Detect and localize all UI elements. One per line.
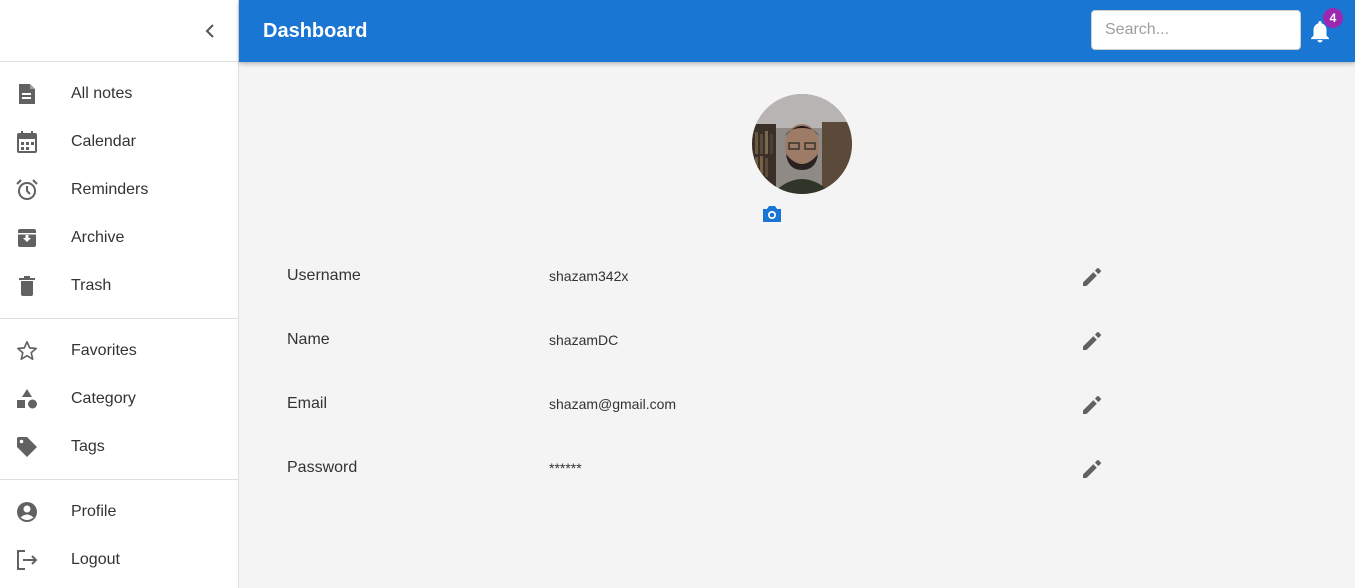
collapse-sidebar-button[interactable] xyxy=(200,19,220,43)
sidebar-item-favorites[interactable]: Favorites xyxy=(0,327,238,375)
sidebar-item-reminders[interactable]: Reminders xyxy=(0,166,238,214)
calendar-icon xyxy=(15,130,39,154)
field-label: Name xyxy=(287,331,330,348)
password-value: ****** xyxy=(549,460,582,476)
account-circle-icon xyxy=(15,500,39,524)
sidebar-item-archive[interactable]: Archive xyxy=(0,214,238,262)
nav-group-account: Profile Logout xyxy=(0,480,238,588)
notification-badge: 4 xyxy=(1323,8,1343,28)
nav-group-organize: Favorites Category Tags xyxy=(0,319,238,480)
field-label: Username xyxy=(287,267,361,284)
sidebar-item-label: Archive xyxy=(71,229,125,246)
pencil-icon xyxy=(1083,396,1101,414)
email-value: shazam@gmail.com xyxy=(549,396,677,412)
chevron-left-icon xyxy=(205,24,214,38)
sidebar-item-logout[interactable]: Logout xyxy=(0,536,238,584)
sidebar-item-all-notes[interactable]: All notes xyxy=(0,70,238,118)
sidebar-item-label: Reminders xyxy=(71,181,149,198)
sidebar-header xyxy=(0,0,238,62)
sidebar-item-calendar[interactable]: Calendar xyxy=(0,118,238,166)
sidebar-item-label: Favorites xyxy=(71,342,137,359)
camera-icon xyxy=(763,206,781,222)
alarm-clock-icon xyxy=(15,178,39,202)
app-bar: Dashboard 4 xyxy=(239,0,1355,62)
tag-icon xyxy=(15,435,39,459)
edit-password-button[interactable] xyxy=(1080,457,1104,481)
archive-icon xyxy=(15,226,39,250)
logout-icon xyxy=(15,548,39,572)
field-label: Password xyxy=(287,459,358,476)
edit-name-button[interactable] xyxy=(1080,329,1104,353)
nav-group-main: All notes Calendar Reminders Archive Tra… xyxy=(0,62,238,319)
sidebar-item-category[interactable]: Category xyxy=(0,375,238,423)
page-title: Dashboard xyxy=(263,19,368,42)
email-row: Email shazam@gmail.com xyxy=(287,390,1117,420)
pencil-icon xyxy=(1083,460,1101,478)
sidebar-item-trash[interactable]: Trash xyxy=(0,262,238,310)
search-input[interactable] xyxy=(1091,10,1301,50)
sidebar-item-label: Category xyxy=(71,390,136,407)
category-shapes-icon xyxy=(15,387,39,411)
sidebar-item-label: All notes xyxy=(71,85,133,102)
username-value: shazam342x xyxy=(549,268,629,284)
sidebar-item-profile[interactable]: Profile xyxy=(0,488,238,536)
notes-icon xyxy=(15,82,39,106)
sidebar: All notes Calendar Reminders Archive Tra… xyxy=(0,0,239,588)
sidebar-item-tags[interactable]: Tags xyxy=(0,423,238,471)
name-value: shazamDC xyxy=(549,332,619,348)
star-icon xyxy=(15,339,39,363)
sidebar-item-label: Trash xyxy=(71,277,112,294)
sidebar-item-label: Profile xyxy=(71,503,117,520)
password-row: Password ****** xyxy=(287,454,1117,484)
pencil-icon xyxy=(1083,268,1101,286)
name-row: Name shazamDC xyxy=(287,326,1117,356)
pencil-icon xyxy=(1083,332,1101,350)
field-label: Email xyxy=(287,395,328,412)
trash-icon xyxy=(15,274,39,298)
username-row: Username shazam342x xyxy=(287,262,1117,292)
sidebar-item-label: Tags xyxy=(71,438,105,455)
edit-username-button[interactable] xyxy=(1080,265,1104,289)
sidebar-item-label: Calendar xyxy=(71,133,136,150)
change-photo-button[interactable] xyxy=(761,203,783,225)
edit-email-button[interactable] xyxy=(1080,393,1104,417)
avatar xyxy=(752,94,852,194)
sidebar-item-label: Logout xyxy=(71,551,120,568)
